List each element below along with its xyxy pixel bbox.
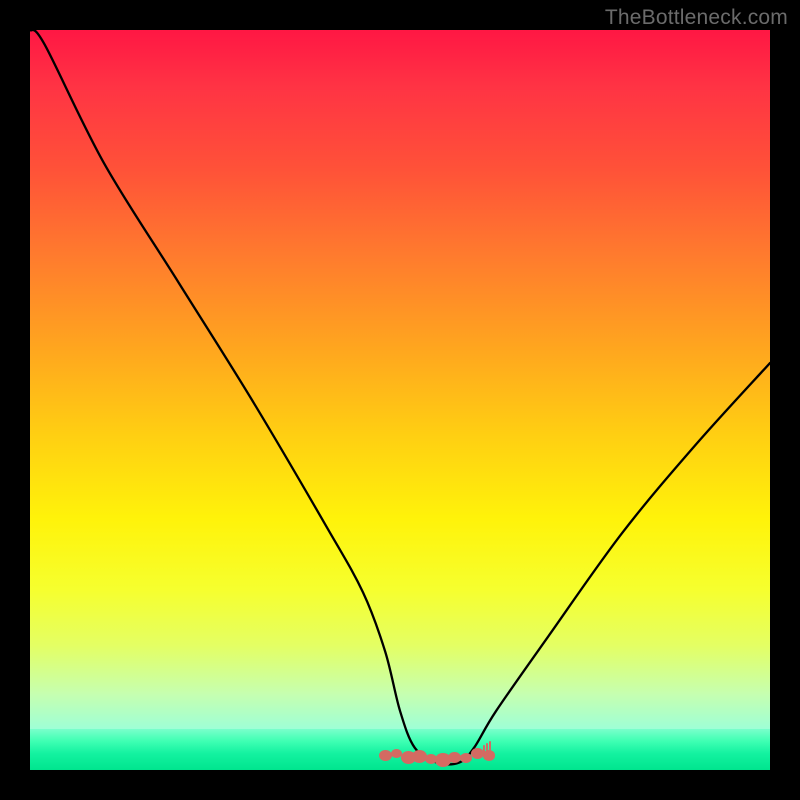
salmon-spike bbox=[486, 743, 489, 754]
chart-frame: TheBottleneck.com bbox=[0, 0, 800, 800]
salmon-blob bbox=[460, 753, 472, 763]
salmon-spike bbox=[489, 741, 492, 755]
salmon-spike bbox=[483, 745, 486, 753]
bottleneck-curve bbox=[30, 30, 770, 770]
watermark-text: TheBottleneck.com bbox=[605, 6, 788, 30]
plot-area bbox=[30, 30, 770, 770]
salmon-blob bbox=[379, 750, 392, 761]
salmon-blob bbox=[471, 748, 484, 759]
